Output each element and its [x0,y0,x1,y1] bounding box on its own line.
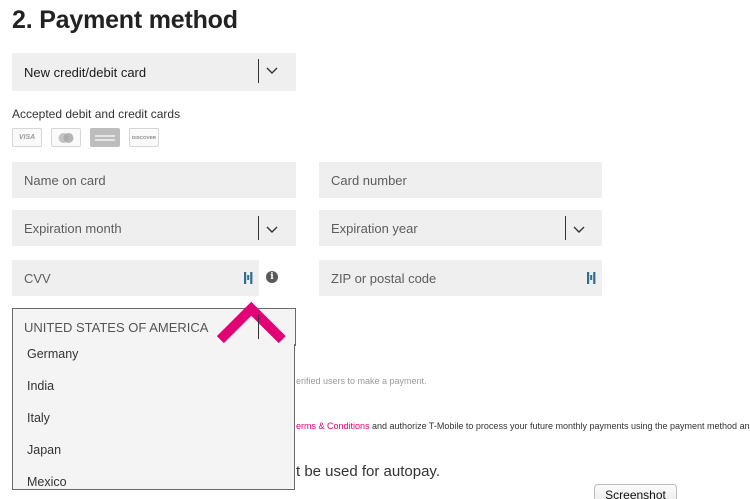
info-icon[interactable]: i [266,271,278,283]
cvv-placeholder: CVV [24,270,51,286]
card-number-input[interactable]: Card number [319,162,602,198]
terms-link[interactable]: erms & Conditions [296,421,370,431]
accepted-cards: VISA DISCOVER [12,128,159,147]
country-option-india[interactable]: India [13,376,294,408]
country-option-italy[interactable]: Italy [13,408,294,440]
select-divider [565,216,566,240]
country-option-germany[interactable]: Germany [13,344,294,376]
payment-method-select[interactable]: New credit/debit card [12,53,296,91]
expiration-year-select[interactable]: Expiration year [319,210,602,246]
card-number-placeholder: Card number [331,172,407,188]
expiration-month-select[interactable]: Expiration month [12,210,296,246]
chevron-down-icon [573,226,585,233]
country-value: UNITED STATES OF AMERICA [24,319,209,335]
autopay-note-text: t be used for autopay. [296,463,440,480]
name-on-card-input[interactable]: Name on card [12,162,296,198]
country-select[interactable]: UNITED STATES OF AMERICA [12,301,296,346]
password-manager-icon[interactable] [587,271,596,285]
chevron-down-icon [266,226,278,233]
zip-input[interactable]: ZIP or postal code [319,260,602,296]
autopay-terms-text: erms & Conditions and authorize T-Mobile… [296,421,750,431]
name-on-card-placeholder: Name on card [24,172,106,188]
discover-card-icon: DISCOVER [129,128,159,147]
expiration-year-placeholder: Expiration year [331,220,418,236]
select-divider [258,315,259,339]
mastercard-card-icon [51,128,81,147]
select-divider [258,216,259,240]
country-option-mexico[interactable]: Mexico [13,472,294,489]
zip-placeholder: ZIP or postal code [331,270,437,286]
expiration-month-placeholder: Expiration month [24,220,122,236]
select-divider [258,59,259,83]
amex-card-icon [90,128,120,147]
accepted-cards-label: Accepted debit and credit cards [12,107,181,121]
page-title: 2. Payment method [12,6,238,34]
screenshot-button[interactable]: Screenshot [594,484,677,499]
visa-card-icon: VISA [12,128,42,147]
country-dropdown-list: Germany India Italy Japan Mexico [12,344,295,490]
verified-users-text: erified users to make a payment. [296,376,427,386]
country-option-japan[interactable]: Japan [13,440,294,472]
payment-method-value: New credit/debit card [24,64,147,80]
chevron-down-icon [266,67,278,74]
